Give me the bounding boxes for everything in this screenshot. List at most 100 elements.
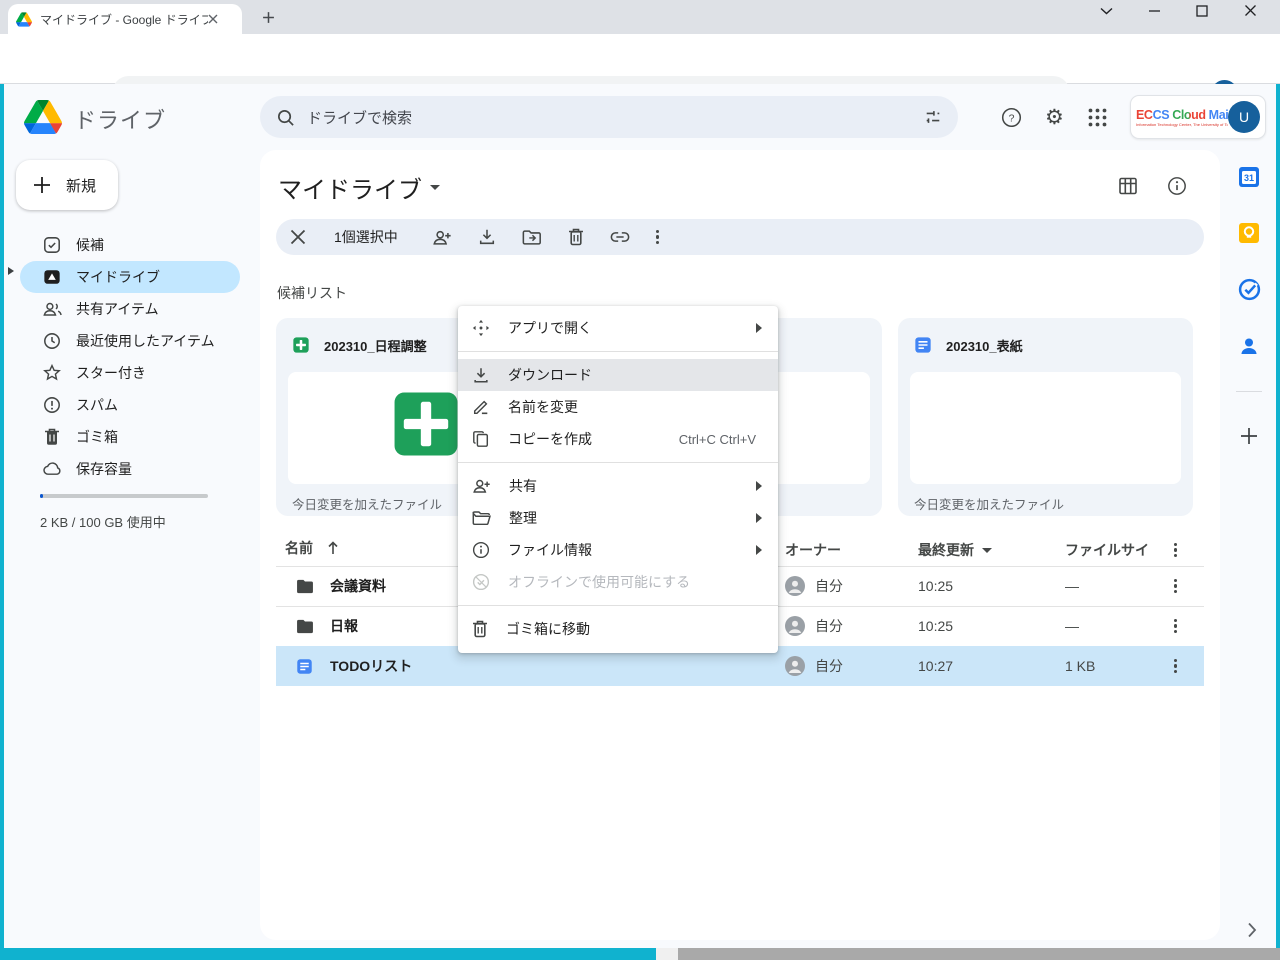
owner-avatar (785, 616, 805, 636)
keep-icon[interactable] (1238, 222, 1260, 244)
window-maximize-icon[interactable] (1196, 5, 1226, 17)
account-avatar[interactable]: U (1228, 101, 1260, 133)
get-addons-icon[interactable] (1239, 426, 1259, 446)
column-owner[interactable]: オーナー (785, 530, 841, 570)
apps-grid-icon[interactable] (1088, 108, 1107, 127)
sidebar-item-shared[interactable]: 共有アイテム (20, 293, 240, 325)
menu-item-rename[interactable]: 名前を変更 (458, 391, 778, 423)
account-badge[interactable]: ECCS Cloud Mail Information Technology C… (1130, 95, 1266, 139)
storage-text: 2 KB / 100 GB 使用中 (40, 512, 166, 531)
owner-name: 自分 (815, 656, 843, 676)
offline-pin-icon (472, 573, 490, 591)
submenu-arrow-icon (756, 513, 762, 523)
sidebar-item-starred[interactable]: スター付き (20, 357, 240, 389)
new-tab-icon[interactable] (262, 11, 275, 24)
sidebar-item-label: スター付き (76, 363, 146, 383)
spam-icon (42, 395, 62, 415)
trash-selection-icon[interactable] (568, 228, 584, 246)
window-minimize-icon[interactable] (1148, 4, 1178, 17)
card-thumbnail (910, 372, 1181, 484)
sheets-logo-large (389, 387, 463, 461)
share-add-person-icon[interactable] (432, 229, 452, 246)
drive-logo (24, 100, 62, 134)
desktop-edge-bottom-gap (656, 948, 678, 960)
suggested-icon (42, 235, 62, 255)
download-icon (472, 366, 490, 384)
file-card-docs[interactable]: 202310_表紙 今日変更を加えたファイル (898, 318, 1193, 516)
column-modified[interactable]: 最終更新 (918, 530, 992, 570)
plus-icon (32, 175, 52, 195)
contacts-icon[interactable] (1238, 335, 1260, 357)
menu-item-make-copy[interactable]: コピーを作成 Ctrl+C Ctrl+V (458, 423, 778, 455)
column-settings-icon[interactable] (1174, 530, 1177, 570)
svg-text:?: ? (1009, 112, 1015, 124)
menu-item-open-with[interactable]: アプリで開く (458, 312, 778, 344)
menu-item-offline: オフラインで使用可能にする (458, 566, 778, 598)
my-drive-icon (42, 267, 62, 287)
card-title: 202310_日程調整 (324, 336, 427, 355)
sidebar-item-my-drive[interactable]: マイドライブ (20, 261, 240, 293)
search-input[interactable]: ドライブで検索 (307, 107, 924, 128)
trash-icon (42, 427, 62, 447)
link-icon[interactable] (610, 231, 630, 243)
clock-icon (42, 331, 62, 351)
expand-arrow-icon[interactable] (8, 267, 14, 275)
row-menu-icon[interactable] (1174, 646, 1177, 686)
docs-icon (296, 658, 313, 675)
companion-panel: 31 (1236, 166, 1262, 446)
row-menu-icon[interactable] (1174, 606, 1177, 646)
settings-gear-icon[interactable]: ⚙ (1045, 105, 1064, 130)
row-menu-icon[interactable] (1174, 566, 1177, 606)
download-icon[interactable] (478, 228, 496, 246)
tab-close-icon[interactable] (208, 14, 218, 24)
menu-item-organize[interactable]: 整理 (458, 502, 778, 534)
new-button[interactable]: 新規 (16, 160, 118, 210)
submenu-arrow-icon (756, 481, 762, 491)
sidebar-item-label: 保存容量 (76, 459, 132, 479)
sidebar-item-trash[interactable]: ゴミ箱 (20, 421, 240, 453)
file-name: TODOリスト (330, 646, 412, 686)
column-name[interactable]: 名前 (285, 530, 339, 566)
selection-toolbar: 1個選択中 (276, 219, 1204, 255)
search-bar[interactable]: ドライブで検索 (260, 96, 958, 138)
grid-view-icon[interactable] (1118, 176, 1138, 196)
search-options-icon[interactable] (924, 108, 942, 126)
cloud-icon (42, 459, 62, 479)
panel-divider (1236, 391, 1262, 392)
sidebar-item-label: 候補 (76, 235, 104, 255)
clear-selection-icon[interactable] (290, 229, 306, 245)
eccs-logo-subtext: Information Technology Center, The Unive… (1136, 122, 1219, 127)
trash-icon (472, 620, 488, 638)
menu-divider (458, 605, 778, 606)
window-close-icon[interactable] (1244, 4, 1274, 17)
help-icon[interactable]: ? (1001, 107, 1022, 128)
sidebar-item-storage[interactable]: 保存容量 (20, 453, 240, 485)
browser-tab[interactable]: マイドライブ - Google ドライブ (8, 4, 242, 34)
window-chevron-icon[interactable] (1100, 7, 1130, 15)
sidebar-item-label: スパム (76, 395, 118, 415)
submenu-arrow-icon (756, 323, 762, 333)
owner-avatar (785, 576, 805, 596)
sidebar-item-label: ゴミ箱 (76, 427, 118, 447)
sidebar-item-recent[interactable]: 最近使用したアイテム (20, 325, 240, 357)
tasks-icon[interactable] (1238, 278, 1261, 301)
page-title-row[interactable]: マイドライブ (278, 170, 440, 205)
menu-item-download[interactable]: ダウンロード (458, 359, 778, 391)
move-to-folder-icon[interactable] (522, 229, 542, 246)
details-info-icon[interactable] (1167, 176, 1187, 196)
rename-pencil-icon (472, 398, 490, 416)
desktop-edge-bottom-right (678, 948, 1280, 960)
calendar-icon[interactable]: 31 (1238, 166, 1260, 188)
collapse-panel-chevron-icon[interactable] (1246, 922, 1258, 938)
window-controls (1100, 4, 1274, 17)
sidebar-item-spam[interactable]: スパム (20, 389, 240, 421)
sidebar-item-suggested[interactable]: 候補 (20, 229, 240, 261)
menu-item-share[interactable]: 共有 (458, 470, 778, 502)
menu-item-move-to-trash[interactable]: ゴミ箱に移動 (458, 613, 778, 645)
more-actions-icon[interactable] (656, 230, 659, 245)
column-size[interactable]: ファイルサイ (1065, 530, 1149, 570)
desktop-edge-bottom-left (0, 948, 656, 960)
menu-item-file-info[interactable]: ファイル情報 (458, 534, 778, 566)
modified-time: 10:27 (918, 646, 953, 686)
file-size: 1 KB (1065, 646, 1095, 686)
